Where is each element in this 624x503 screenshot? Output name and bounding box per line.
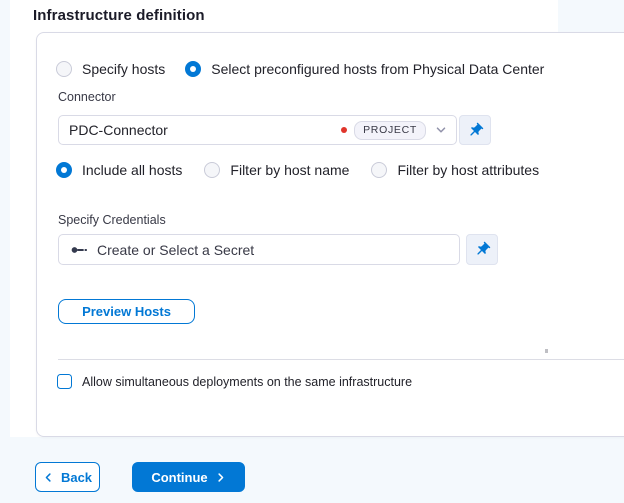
radio-icon-selected[interactable] (185, 61, 202, 77)
radio-icon[interactable] (56, 61, 72, 77)
radio-label[interactable]: Filter by host attributes (397, 162, 539, 178)
connector-value: PDC-Connector (69, 122, 168, 138)
chevron-right-icon (215, 472, 226, 483)
page-title: Infrastructure definition (33, 7, 205, 24)
scope-badge: PROJECT (354, 120, 426, 140)
required-dot-icon (341, 127, 348, 133)
continue-button[interactable]: Continue (132, 462, 245, 492)
secret-pin-button[interactable] (466, 234, 498, 265)
pin-icon (467, 122, 484, 139)
radio-filter-by-host-name[interactable]: Filter by host name (204, 162, 349, 178)
radio-icon[interactable] (204, 162, 221, 178)
radio-include-all-hosts[interactable]: Include all hosts (56, 162, 182, 178)
chevron-left-icon (43, 472, 54, 483)
radio-label[interactable]: Include all hosts (82, 162, 182, 178)
connector-label: Connector (58, 90, 116, 104)
checkbox-icon[interactable] (57, 374, 72, 389)
secret-placeholder: Create or Select a Secret (97, 241, 255, 258)
preview-hosts-button[interactable]: Preview Hosts (58, 299, 195, 324)
stray-dot (545, 349, 548, 353)
back-button-label: Back (60, 469, 93, 485)
radio-specify-hosts[interactable]: Specify hosts (56, 61, 165, 77)
connector-pin-button[interactable] (459, 115, 491, 145)
key-icon (69, 240, 89, 260)
radio-label[interactable]: Filter by host name (230, 162, 349, 178)
credentials-label: Specify Credentials (58, 213, 166, 227)
infrastructure-definition-page: Infrastructure definition Specify hosts … (0, 0, 624, 503)
checkbox-label[interactable]: Allow simultaneous deployments on the sa… (82, 375, 412, 389)
divider (58, 359, 624, 360)
host-filter-radio-group: Include all hosts Filter by host name Fi… (56, 162, 539, 178)
back-button[interactable]: Back (35, 462, 100, 492)
radio-label[interactable]: Specify hosts (82, 61, 165, 77)
radio-icon-selected[interactable] (56, 162, 72, 178)
connector-select[interactable]: PDC-Connector PROJECT (58, 115, 457, 145)
simultaneous-deployments-option[interactable]: Allow simultaneous deployments on the sa… (57, 374, 412, 389)
pin-icon (474, 241, 491, 258)
secret-select[interactable]: Create or Select a Secret (58, 234, 460, 265)
infrastructure-card: Specify hosts Select preconfigured hosts… (36, 32, 624, 437)
continue-button-label: Continue (151, 469, 208, 485)
radio-icon[interactable] (371, 162, 388, 178)
radio-select-preconfigured-hosts[interactable]: Select preconfigured hosts from Physical… (185, 61, 544, 77)
host-source-radio-group: Specify hosts Select preconfigured hosts… (56, 61, 544, 77)
chevron-down-icon[interactable] (434, 123, 448, 137)
radio-filter-by-host-attributes[interactable]: Filter by host attributes (371, 162, 539, 178)
radio-label[interactable]: Select preconfigured hosts from Physical… (211, 61, 544, 77)
